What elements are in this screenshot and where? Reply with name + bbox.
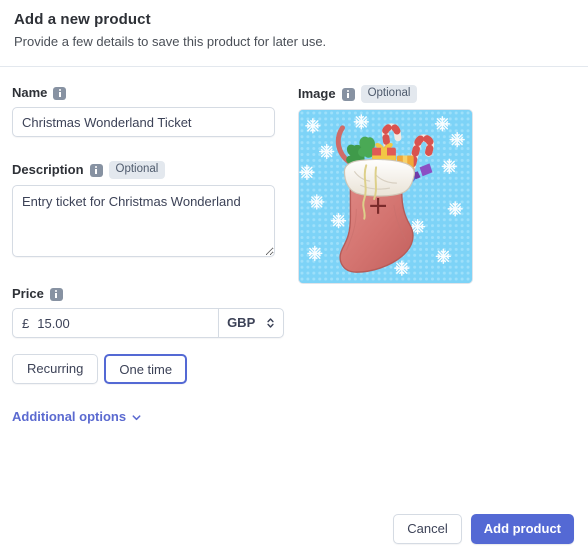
form-column-right: Image Optional [298,67,478,284]
description-textarea[interactable] [12,185,275,257]
info-icon[interactable] [89,163,103,177]
description-field-group: Description Optional [12,161,280,262]
price-field-group: Price £ GBP [12,286,284,338]
name-input[interactable] [12,107,275,137]
price-input-wrapper[interactable]: £ [12,308,219,338]
info-icon[interactable] [49,287,63,301]
currency-select[interactable]: GBP [218,308,284,338]
name-label: Name [12,85,48,100]
billing-recurring-button[interactable]: Recurring [12,354,99,384]
name-label-row: Name [12,85,280,101]
chevron-down-icon [131,411,142,422]
currency-code: GBP [227,315,256,330]
christmas-stocking-image [299,110,472,283]
currency-symbol: £ [22,315,30,331]
cancel-button[interactable]: Cancel [393,514,462,544]
price-input[interactable] [37,315,210,331]
form-column-left: Name Description Optional Price [12,67,284,426]
price-input-row: £ GBP [12,308,284,338]
add-product-button[interactable]: Add product [470,514,574,544]
dialog-header: Add a new product Provide a few details … [0,0,588,62]
name-field-group: Name [12,85,280,137]
chevron-up-down-icon [266,316,275,330]
dialog-body: Name Description Optional Price [0,67,588,503]
optional-badge: Optional [108,161,166,179]
price-label: Price [12,286,44,301]
product-image-preview[interactable] [298,109,473,284]
description-label-row: Description Optional [12,161,280,179]
image-label-row: Image Optional [298,85,478,103]
image-label: Image [298,86,336,101]
page-subtitle: Provide a few details to save this produ… [14,34,327,49]
price-label-row: Price [12,286,280,302]
additional-options-label: Additional options [12,409,127,424]
billing-type-group: Recurring One time [12,354,280,384]
optional-badge: Optional [360,85,418,103]
dialog-footer: Cancel Add product [0,503,588,555]
additional-options-toggle[interactable]: Additional options [12,409,142,424]
add-product-dialog: Add a new product Provide a few details … [0,0,588,555]
billing-one-time-button[interactable]: One time [104,354,188,384]
image-field-group: Image Optional [298,85,478,284]
info-icon[interactable] [53,86,67,100]
description-label: Description [12,162,84,177]
page-title: Add a new product [14,11,151,28]
info-icon[interactable] [341,87,355,101]
